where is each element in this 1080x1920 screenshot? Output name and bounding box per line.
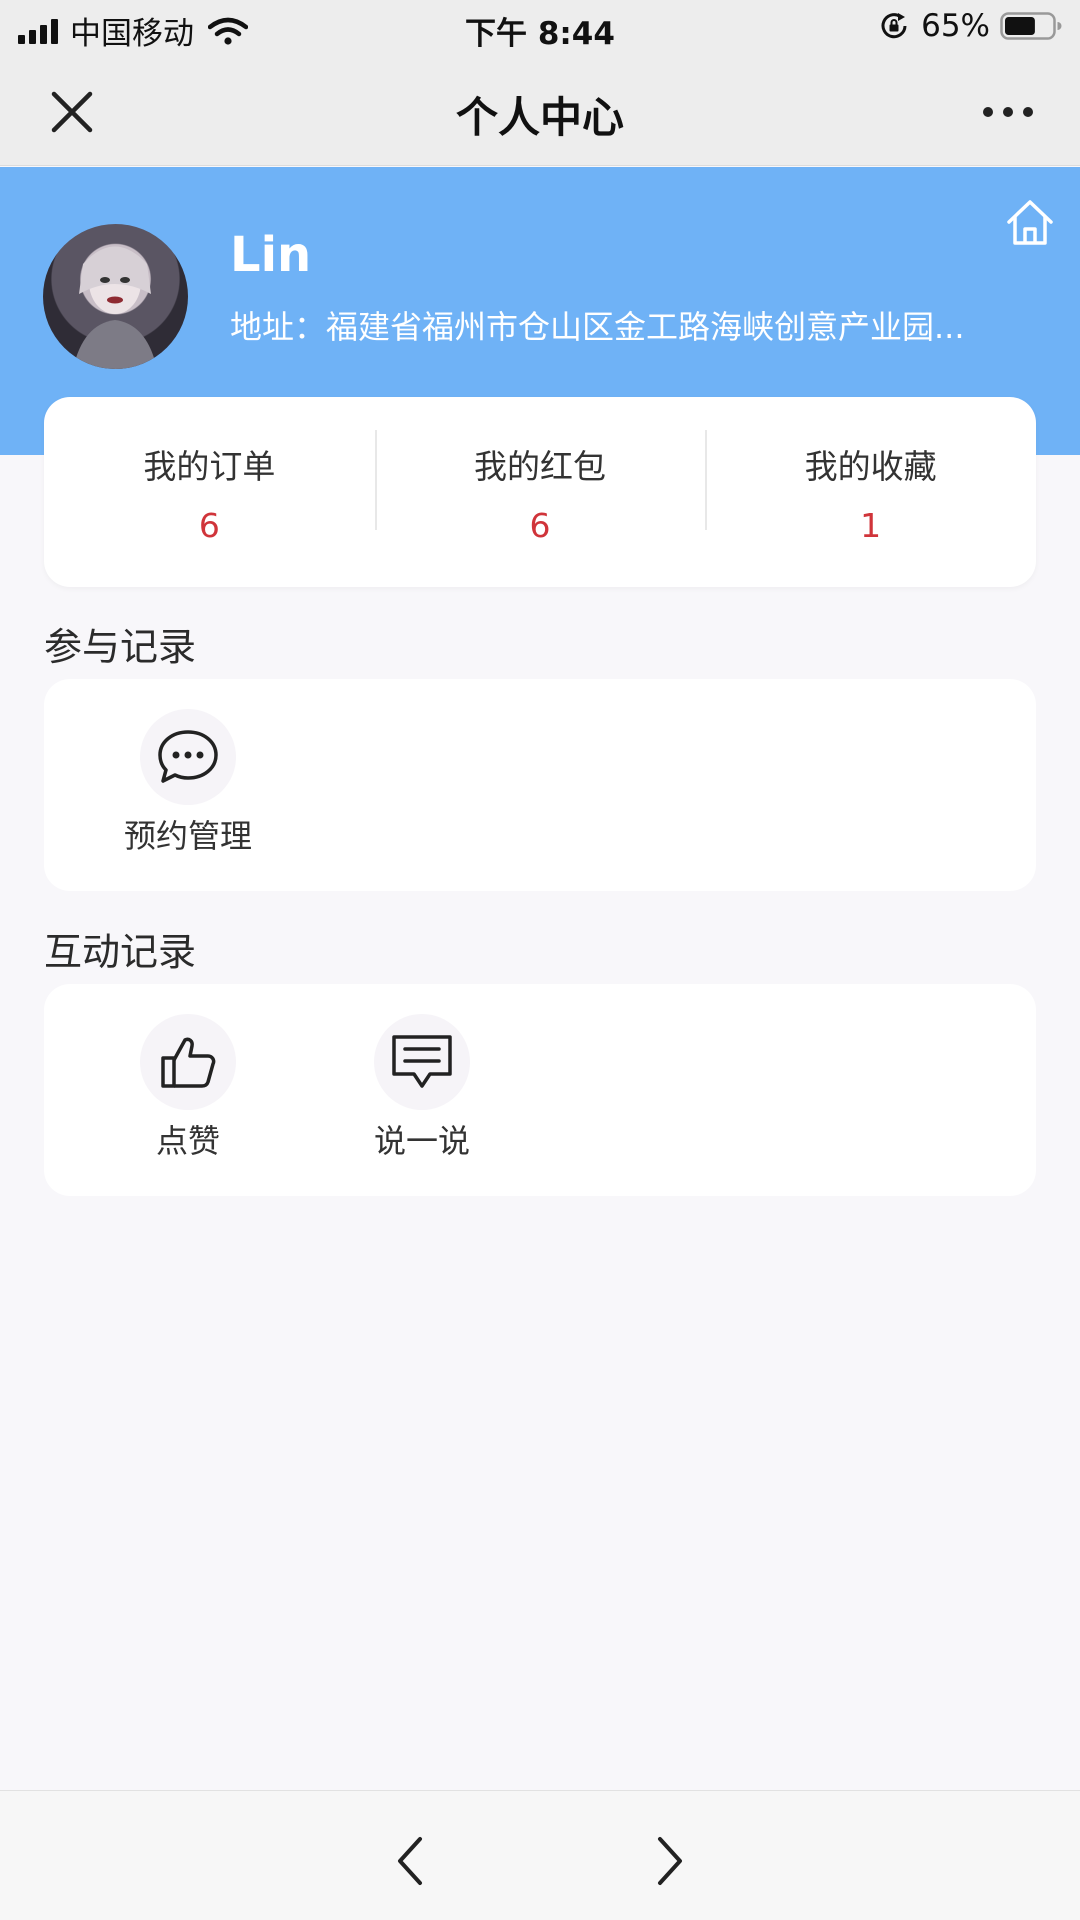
avatar[interactable] [43,224,188,369]
chat-bubble-icon [140,709,236,805]
battery-percent: 65% [921,8,990,44]
stat-value: 1 [860,505,882,545]
stat-orders[interactable]: 我的订单 6 [44,440,375,545]
stat-red-packets[interactable]: 我的红包 6 [374,429,706,545]
page-title: 个人中心 [455,93,624,142]
interaction-card: 点赞 说一说 [44,984,1036,1196]
tile-appointment[interactable]: 预约管理 [98,709,278,857]
tile-comment[interactable]: 说一说 [332,1014,512,1162]
nav-bar: 个人中心 [0,54,1080,166]
participation-card: 预约管理 [44,679,1036,891]
orientation-lock-icon [881,13,907,39]
battery-icon [1000,12,1062,40]
status-bar: 中国移动 下午 8:44 65% [0,0,1080,54]
tile-label: 预约管理 [123,817,252,855]
more-icon[interactable] [980,102,1036,122]
address-text: 地址：福建省福州市仓山区金工路海峡创意产业园... [230,308,965,346]
stat-value: 6 [529,505,551,545]
forward-arrow-icon[interactable] [650,1833,690,1889]
stat-label: 我的订单 [143,446,276,486]
back-arrow-icon[interactable] [390,1833,430,1889]
stats-card: 我的订单 6 我的红包 6 我的收藏 1 [44,397,1036,587]
tile-label: 说一说 [373,1122,470,1160]
tile-like[interactable]: 点赞 [98,1014,278,1162]
stat-value: 6 [198,505,220,545]
message-icon [374,1014,470,1110]
tile-label: 点赞 [155,1122,220,1160]
stat-label: 我的红包 [474,446,606,486]
personal-center-page: 中国移动 下午 8:44 65% 个人中心 Lin 地址：福建省福州市仓山区金工… [0,0,1080,1920]
home-icon[interactable] [1004,197,1056,249]
status-right: 65% [879,8,1062,44]
thumbs-up-icon [140,1014,236,1110]
stat-label: 我的收藏 [804,446,937,486]
section-title-interaction: 互动记录 [44,930,197,974]
stat-favorites[interactable]: 我的收藏 1 [705,429,1036,545]
section-title-participation: 参与记录 [44,625,197,669]
bottom-nav-bar [0,1790,1080,1920]
username: Lin [230,227,312,283]
